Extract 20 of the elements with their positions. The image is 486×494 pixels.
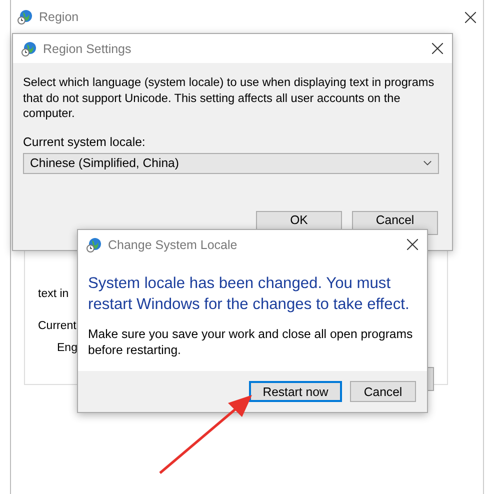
dialog-button[interactable]: Cancel	[350, 381, 416, 402]
close-button[interactable]	[463, 10, 477, 24]
close-button[interactable]	[405, 238, 419, 252]
close-button[interactable]	[430, 42, 444, 56]
window-title: Region Settings	[43, 42, 132, 56]
chevron-icon	[423, 160, 432, 166]
label-text: Eng	[57, 342, 78, 354]
dialog-button[interactable]: Restart now	[249, 381, 342, 402]
label-text: text in	[38, 288, 69, 300]
label-text: Current	[38, 320, 76, 332]
instruction-text: System locale has been changed. You must restart Windows for the changes to take effect.	[88, 274, 410, 315]
globe-icon	[21, 40, 37, 56]
window-title: Region	[39, 10, 80, 24]
globe-icon	[86, 236, 102, 252]
description-text: Select which language (system locale) to use when displaying text in programs that do not support Unicode. This setting affects all user accounts on the computer.	[23, 75, 436, 122]
window-title: Change System Locale	[108, 238, 238, 252]
message-text: Make sure you save your work and close all open programs before restarting.	[88, 327, 414, 358]
locale-dropdown[interactable]: Chinese (Simplified, China)	[23, 152, 439, 174]
globe-icon	[17, 9, 33, 25]
field-label: Current system locale:	[23, 134, 146, 148]
